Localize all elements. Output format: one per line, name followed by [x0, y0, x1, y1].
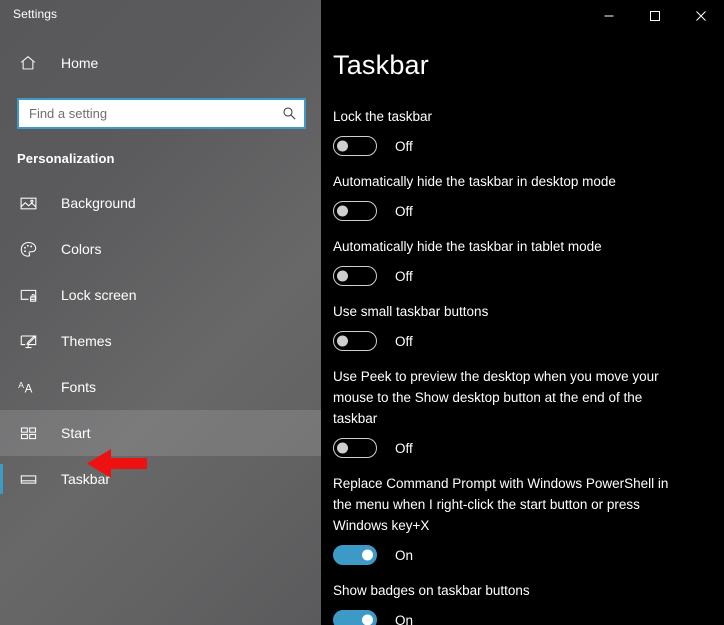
lock-screen-icon	[17, 284, 39, 306]
themes-brush-icon	[17, 330, 39, 352]
sidebar-item-themes-label: Themes	[61, 333, 112, 349]
settings-list: Lock the taskbar Off Automatically hide …	[333, 106, 724, 625]
toggle-state-label: Off	[395, 333, 413, 349]
palette-icon	[17, 238, 39, 260]
toggle-row: Off	[333, 438, 724, 458]
page-title: Taskbar	[333, 50, 429, 80]
toggle-row: Off	[333, 136, 724, 156]
setting-autohide-desktop-mode: Automatically hide the taskbar in deskto…	[333, 171, 724, 221]
sidebar-item-fonts-label: Fonts	[61, 379, 97, 395]
toggle-state-label: Off	[395, 440, 413, 456]
toggle-small-taskbar-buttons[interactable]	[333, 331, 377, 351]
content-pane: Taskbar Lock the taskbar Off Automatical…	[321, 0, 724, 625]
app-title: Settings	[13, 7, 58, 21]
setting-small-taskbar-buttons: Use small taskbar buttons Off	[333, 301, 724, 351]
toggle-state-label: Off	[395, 268, 413, 284]
search-input[interactable]	[29, 100, 280, 127]
setting-label: Use small taskbar buttons	[333, 304, 489, 319]
svg-text:A: A	[18, 380, 24, 390]
toggle-row: On	[333, 610, 724, 625]
setting-replace-command-prompt: Replace Command Prompt with Windows Powe…	[333, 473, 724, 565]
toggle-replace-command-prompt[interactable]	[333, 545, 377, 565]
search-box[interactable]	[17, 98, 306, 129]
sidebar-nav-list: Background Colors Lock screen Themes A A…	[0, 180, 321, 502]
toggle-show-badges[interactable]	[333, 610, 377, 625]
setting-label: Show badges on taskbar buttons	[333, 583, 530, 598]
setting-label: Replace Command Prompt with Windows Powe…	[333, 476, 669, 533]
toggle-row: On	[333, 545, 724, 565]
sidebar-item-lock-screen[interactable]: Lock screen	[0, 272, 321, 318]
home-icon	[17, 52, 39, 74]
setting-show-badges: Show badges on taskbar buttons On	[333, 580, 724, 625]
minimize-button[interactable]	[586, 0, 632, 31]
toggle-autohide-tablet-mode[interactable]	[333, 266, 377, 286]
fonts-aa-icon: A A	[17, 376, 39, 398]
setting-label: Automatically hide the taskbar in tablet…	[333, 239, 602, 254]
search-icon[interactable]	[280, 105, 298, 123]
setting-autohide-tablet-mode: Automatically hide the taskbar in tablet…	[333, 236, 724, 286]
toggle-state-label: Off	[395, 203, 413, 219]
sidebar-item-home-label: Home	[61, 55, 99, 71]
setting-label: Automatically hide the taskbar in deskto…	[333, 174, 616, 189]
sidebar-item-fonts[interactable]: A A Fonts	[0, 364, 321, 410]
sidebar-item-colors[interactable]: Colors	[0, 226, 321, 272]
setting-label: Lock the taskbar	[333, 109, 433, 124]
sidebar-titlebar: Settings	[0, 0, 321, 28]
maximize-button[interactable]	[632, 0, 678, 31]
sidebar-item-taskbar[interactable]: Taskbar	[0, 456, 321, 502]
sidebar-item-colors-label: Colors	[61, 241, 102, 257]
picture-icon	[17, 192, 39, 214]
setting-lock-the-taskbar: Lock the taskbar Off	[333, 106, 724, 156]
sidebar-item-background[interactable]: Background	[0, 180, 321, 226]
toggle-state-label: On	[395, 612, 414, 625]
start-tiles-icon	[17, 422, 39, 444]
sidebar-item-background-label: Background	[61, 195, 136, 211]
toggle-row: Off	[333, 201, 724, 221]
window-controls	[586, 0, 724, 31]
toggle-state-label: Off	[395, 138, 413, 154]
toggle-use-peek[interactable]	[333, 438, 377, 458]
sidebar-item-home[interactable]: Home	[0, 43, 321, 83]
sidebar-item-start-label: Start	[61, 425, 91, 441]
toggle-autohide-desktop-mode[interactable]	[333, 201, 377, 221]
sidebar-category-header: Personalization	[17, 151, 115, 166]
taskbar-icon	[17, 468, 39, 490]
toggle-row: Off	[333, 331, 724, 351]
sidebar-item-taskbar-label: Taskbar	[61, 471, 111, 487]
sidebar: Settings Home Personalization	[0, 0, 321, 625]
toggle-row: Off	[333, 266, 724, 286]
svg-text:A: A	[25, 383, 33, 396]
close-button[interactable]	[678, 0, 724, 31]
setting-use-peek: Use Peek to preview the desktop when you…	[333, 366, 724, 458]
setting-label: Use Peek to preview the desktop when you…	[333, 369, 659, 426]
sidebar-item-themes[interactable]: Themes	[0, 318, 321, 364]
sidebar-item-lock-screen-label: Lock screen	[61, 287, 137, 303]
toggle-lock-the-taskbar[interactable]	[333, 136, 377, 156]
toggle-state-label: On	[395, 547, 414, 563]
settings-window: Settings Home Personalization	[0, 0, 724, 625]
sidebar-item-start[interactable]: Start	[0, 410, 321, 456]
